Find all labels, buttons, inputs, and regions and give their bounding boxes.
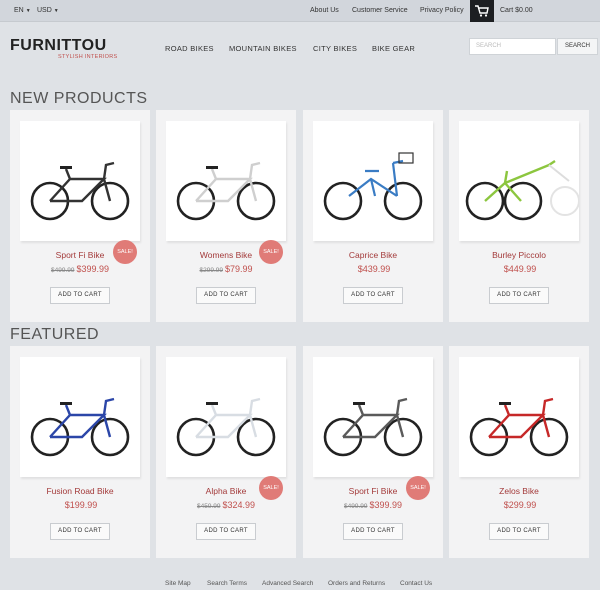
- about-us-link[interactable]: About Us: [310, 7, 339, 14]
- cart-button[interactable]: [470, 0, 494, 22]
- product-price: $499.99 $399.99: [10, 264, 150, 274]
- search-input[interactable]: SEARCH: [469, 38, 556, 55]
- bicycle-icon: [176, 397, 276, 457]
- add-to-cart-button[interactable]: ADD TO CART: [489, 523, 549, 540]
- product-card[interactable]: Alpha Bike $459.99 $324.99 ADD TO CART SA…: [156, 346, 296, 558]
- current-price: $324.99: [222, 500, 256, 510]
- chevron-down-icon: ▼: [53, 8, 59, 14]
- top-bar: EN ▼ USD ▼ About Us Customer Service Priva…: [0, 0, 600, 22]
- product-price: $499.99 $399.99: [303, 500, 443, 510]
- language-selector[interactable]: EN ▼: [14, 7, 31, 14]
- currency-label: USD: [37, 7, 52, 14]
- footer-orders-returns[interactable]: Orders and Returns: [328, 580, 385, 587]
- current-price: $79.99: [224, 264, 253, 274]
- sale-badge: SALE!: [113, 240, 137, 264]
- old-price: $499.99: [50, 267, 75, 274]
- nav-road-bikes[interactable]: ROAD BIKES: [165, 44, 214, 53]
- product-name[interactable]: Burley Piccolo: [449, 250, 589, 260]
- current-price: $399.99: [369, 500, 403, 510]
- product-price: $299.99 $79.99: [156, 264, 296, 274]
- bicycle-icon: [30, 397, 130, 457]
- add-to-cart-button[interactable]: ADD TO CART: [343, 523, 403, 540]
- logo[interactable]: FURNITTOU STYLISH INTERIORS: [10, 37, 117, 60]
- bicycle-icon: [469, 397, 569, 457]
- product-image[interactable]: [20, 121, 140, 241]
- product-price: $199.99: [10, 500, 150, 510]
- add-to-cart-button[interactable]: ADD TO CART: [489, 287, 549, 304]
- product-card[interactable]: Womens Bike $299.99 $79.99 ADD TO CART SA…: [156, 110, 296, 322]
- current-price: $449.99: [503, 264, 537, 274]
- product-image[interactable]: [313, 357, 433, 477]
- cart-total[interactable]: Cart $0.00: [500, 7, 533, 14]
- old-price: $299.99: [199, 267, 223, 274]
- product-image[interactable]: [166, 121, 286, 241]
- bicycle-icon: [323, 152, 423, 221]
- search-button[interactable]: SEARCH: [557, 38, 598, 55]
- product-card[interactable]: Sport Fi Bike $499.99 $399.99 ADD TO CART…: [10, 110, 150, 322]
- customer-service-link[interactable]: Customer Service: [352, 7, 408, 14]
- nav-mountain-bikes[interactable]: MOUNTAIN BIKES: [229, 44, 297, 53]
- footer-site-map[interactable]: Site Map: [165, 580, 191, 587]
- footer-search-terms[interactable]: Search Terms: [207, 580, 247, 587]
- bicycle-icon: [465, 160, 579, 221]
- product-image[interactable]: [459, 357, 579, 477]
- product-card[interactable]: Sport Fi Bike $499.99 $399.99 ADD TO CART…: [303, 346, 443, 558]
- sale-badge: SALE!: [406, 476, 430, 500]
- nav-bike-gear[interactable]: BIKE GEAR: [372, 44, 415, 53]
- product-image[interactable]: [459, 121, 579, 241]
- current-price: $199.99: [64, 500, 98, 510]
- bicycle-icon: [323, 397, 423, 457]
- old-price: $459.99: [196, 503, 221, 510]
- section-title-new-products: NEW PRODUCTS: [10, 90, 148, 107]
- nav-city-bikes[interactable]: CITY BIKES: [313, 44, 357, 53]
- add-to-cart-button[interactable]: ADD TO CART: [343, 287, 403, 304]
- product-price: $299.99: [449, 500, 589, 510]
- product-card[interactable]: Fusion Road Bike $199.99 ADD TO CART: [10, 346, 150, 558]
- sale-badge: SALE!: [259, 476, 283, 500]
- product-card[interactable]: Caprice Bike $439.99 ADD TO CART: [303, 110, 443, 322]
- add-to-cart-button[interactable]: ADD TO CART: [196, 287, 256, 304]
- product-image[interactable]: [313, 121, 433, 241]
- product-price: $459.99 $324.99: [156, 500, 296, 510]
- bicycle-icon: [30, 161, 130, 221]
- logo-tagline: STYLISH INTERIORS: [58, 54, 118, 60]
- product-name[interactable]: Zelos Bike: [449, 486, 589, 496]
- product-card[interactable]: Burley Piccolo $449.99 ADD TO CART: [449, 110, 589, 322]
- old-price: $499.99: [343, 503, 368, 510]
- shopping-cart-icon: [475, 5, 489, 17]
- product-price: $449.99: [449, 264, 589, 274]
- add-to-cart-button[interactable]: ADD TO CART: [196, 523, 256, 540]
- product-name[interactable]: Caprice Bike: [303, 250, 443, 260]
- current-price: $399.99: [76, 264, 110, 274]
- chevron-down-icon: ▼: [25, 8, 31, 14]
- current-price: $299.99: [503, 500, 537, 510]
- section-title-featured: FEATURED: [10, 326, 100, 343]
- privacy-policy-link[interactable]: Privacy Policy: [420, 7, 464, 14]
- add-to-cart-button[interactable]: ADD TO CART: [50, 287, 110, 304]
- current-price: $439.99: [357, 264, 391, 274]
- bicycle-icon: [176, 161, 276, 221]
- product-card[interactable]: Zelos Bike $299.99 ADD TO CART: [449, 346, 589, 558]
- product-name[interactable]: Fusion Road Bike: [10, 486, 150, 496]
- footer-advanced-search[interactable]: Advanced Search: [262, 580, 313, 587]
- product-image[interactable]: [20, 357, 140, 477]
- product-image[interactable]: [166, 357, 286, 477]
- add-to-cart-button[interactable]: ADD TO CART: [50, 523, 110, 540]
- product-price: $439.99: [303, 264, 443, 274]
- currency-selector[interactable]: USD ▼: [37, 7, 59, 14]
- footer-contact-us[interactable]: Contact Us: [400, 580, 432, 587]
- language-label: EN: [14, 7, 24, 14]
- sale-badge: SALE!: [259, 240, 283, 264]
- logo-name: FURNITTOU: [10, 37, 107, 54]
